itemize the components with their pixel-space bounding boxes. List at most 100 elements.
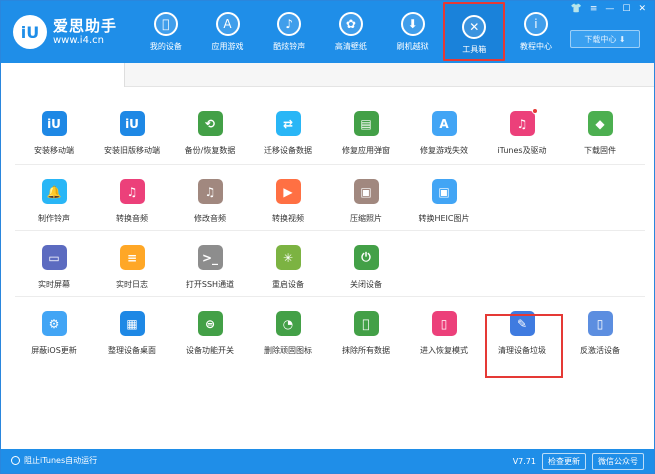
tool-item[interactable]: ▦ 整理设备桌面 xyxy=(93,311,171,356)
tool-item[interactable]: ▶ 转换视频 xyxy=(249,179,327,224)
tool-icon: ♫ xyxy=(197,179,223,204)
tool-item[interactable]: ⊜ 设备功能开关 xyxy=(171,311,249,356)
tool-item[interactable]: ♫ 转换音频 xyxy=(93,179,171,224)
tool-item[interactable]: ▯ 反激活设备 xyxy=(561,311,639,356)
tool-glyph-icon: 🔔 xyxy=(46,184,62,199)
apps-games-icon: A xyxy=(215,12,240,36)
tool-glyph-icon: ≡ xyxy=(126,250,138,265)
nav-apps-games[interactable]: A 应用游戏 xyxy=(197,1,259,63)
tool-label: 迁移设备数据 xyxy=(264,146,312,155)
app-url: www.i4.cn xyxy=(53,34,104,46)
menu-icon[interactable]: ≡ xyxy=(590,4,598,14)
tool-item[interactable]: ◔ 删除顽固图标 xyxy=(249,311,327,356)
tool-icon: ▭ xyxy=(41,245,67,270)
tool-item[interactable]: ♫ 修改音频 xyxy=(171,179,249,224)
tool-glyph-icon: ⚙ xyxy=(48,316,60,331)
tool-label: 下载固件 xyxy=(584,146,616,155)
tool-icon: ⊜ xyxy=(197,311,223,336)
tool-glyph-icon: ▭ xyxy=(48,250,60,265)
wechat-button[interactable]: 微信公众号 xyxy=(592,453,644,470)
notification-dot xyxy=(531,108,538,114)
tool-glyph-icon: ▶ xyxy=(283,184,293,199)
tool-icon: 🔔 xyxy=(41,179,67,204)
tool-glyph-icon: ⏻ xyxy=(361,250,371,264)
app-logo: iU 爱思助手 www.i4.cn xyxy=(13,15,117,49)
tool-icon: ♫ xyxy=(509,108,538,136)
tool-label: 修复游戏失效 xyxy=(420,146,468,155)
nav-label: 高清壁纸 xyxy=(334,42,367,51)
nav-tutorials[interactable]: i 教程中心 xyxy=(505,1,567,63)
nav-flash-jailbreak[interactable]: ⬇ 刷机越狱 xyxy=(382,1,444,63)
radio-icon[interactable] xyxy=(11,456,20,465)
tool-label: 整理设备桌面 xyxy=(108,346,156,355)
minimize-icon[interactable]: — xyxy=(605,4,614,14)
tool-icon: >_ xyxy=(197,245,223,270)
tool-item[interactable]: ⏻ 关闭设备 xyxy=(327,245,405,290)
tool-icon: ⚙ xyxy=(41,311,67,336)
tool-label: 转换视频 xyxy=(272,214,304,223)
maximize-icon[interactable]: ☐ xyxy=(622,4,630,14)
ringtones-icon: ♪ xyxy=(277,12,302,36)
tool-glyph-icon: ▣ xyxy=(438,184,450,199)
tool-item[interactable]: ✳ 重启设备 xyxy=(249,245,327,290)
tool-icon: iU xyxy=(119,111,145,136)
nav-ringtones[interactable]: ♪ 酷炫铃声 xyxy=(258,1,320,63)
tool-label: 制作铃声 xyxy=(38,214,70,223)
nav-label: 我的设备 xyxy=(149,42,182,51)
close-icon[interactable]: ✕ xyxy=(638,4,646,14)
tool-glyph-icon: iU xyxy=(125,116,139,131)
tool-item[interactable]: ▣ 转换HEIC图片 xyxy=(405,179,483,224)
tool-item[interactable]: ⟲ 备份/恢复数据 xyxy=(171,111,249,156)
tool-item[interactable]: ≡ 实时日志 xyxy=(93,245,171,290)
tool-item[interactable]: A 修复游戏失效 xyxy=(405,111,483,156)
tutorials-icon: i xyxy=(523,12,548,36)
tool-item[interactable]: ⚙ 屏蔽iOS更新 xyxy=(15,311,93,356)
skin-icon[interactable]: 👕 xyxy=(571,4,582,14)
my-device-icon:  xyxy=(153,12,178,36)
tool-icon: ▦ xyxy=(119,311,145,336)
tool-item[interactable]: ▤ 修复应用弹窗 xyxy=(327,111,405,156)
app-name: 爱思助手 xyxy=(53,16,118,35)
tool-item[interactable]: >_ 打开SSH通道 xyxy=(171,245,249,290)
tool-item[interactable]: iU 安装旧版移动端 xyxy=(93,111,171,156)
block-itunes-toggle[interactable]: 阻止iTunes自动运行 xyxy=(11,455,97,466)
tool-item[interactable]:  抹除所有数据 xyxy=(327,311,405,356)
tool-item[interactable]: ◆ 下载固件 xyxy=(561,111,639,156)
version-label: V7.71 xyxy=(512,457,536,466)
download-center-button[interactable]: 下载中心 ⬇ xyxy=(570,30,640,48)
tool-label: 备份/恢复数据 xyxy=(184,146,236,155)
tool-item[interactable]: iU 安装移动端 xyxy=(15,111,93,156)
tool-glyph-icon: ▣ xyxy=(360,184,372,199)
tool-item[interactable]: ♫ iTunes及驱动 xyxy=(483,108,561,156)
tool-icon: ▤ xyxy=(353,111,379,136)
block-itunes-label: 阻止iTunes自动运行 xyxy=(24,456,98,465)
tool-label: 打开SSH通道 xyxy=(185,280,235,289)
tool-label: 安装旧版移动端 xyxy=(104,146,160,155)
tool-glyph-icon: iU xyxy=(47,116,61,131)
tool-icon: ⇄ xyxy=(275,111,301,136)
tool-label: 压缩照片 xyxy=(350,214,382,223)
tool-glyph-icon: A xyxy=(439,116,449,131)
tool-glyph-icon: >_ xyxy=(201,250,219,265)
tool-item[interactable]: ⇄ 迁移设备数据 xyxy=(249,111,327,156)
tool-label: 转换HEIC图片 xyxy=(418,214,470,223)
tool-icon: ◆ xyxy=(587,111,613,136)
nav-my-device[interactable]:  我的设备 xyxy=(135,1,197,63)
tool-icon: ▣ xyxy=(353,179,379,204)
tool-item[interactable]: ▭ 实时屏幕 xyxy=(15,245,93,290)
nav-label: 工具箱 xyxy=(462,45,487,54)
tool-glyph-icon: ⟲ xyxy=(204,116,216,131)
tool-icon: ⏻ xyxy=(353,245,379,270)
nav-toolbox[interactable]: ✕ 工具箱 xyxy=(443,2,506,61)
tool-item[interactable]: 🔔 制作铃声 xyxy=(15,179,93,224)
tool-icon: ✳ xyxy=(275,245,301,270)
nav-wallpapers[interactable]: ✿ 高清壁纸 xyxy=(320,1,382,63)
tool-item[interactable]: ▣ 压缩照片 xyxy=(327,179,405,224)
tool-item[interactable]: ▯ 进入恢复模式 xyxy=(405,311,483,356)
tool-icon: ◔ xyxy=(275,311,301,336)
tool-label: 转换音频 xyxy=(116,214,148,223)
tool-label: 修改音频 xyxy=(194,214,226,223)
tool-icon:  xyxy=(353,311,379,336)
check-update-button[interactable]: 检查更新 xyxy=(542,453,586,470)
tab-active-area[interactable] xyxy=(1,63,125,87)
